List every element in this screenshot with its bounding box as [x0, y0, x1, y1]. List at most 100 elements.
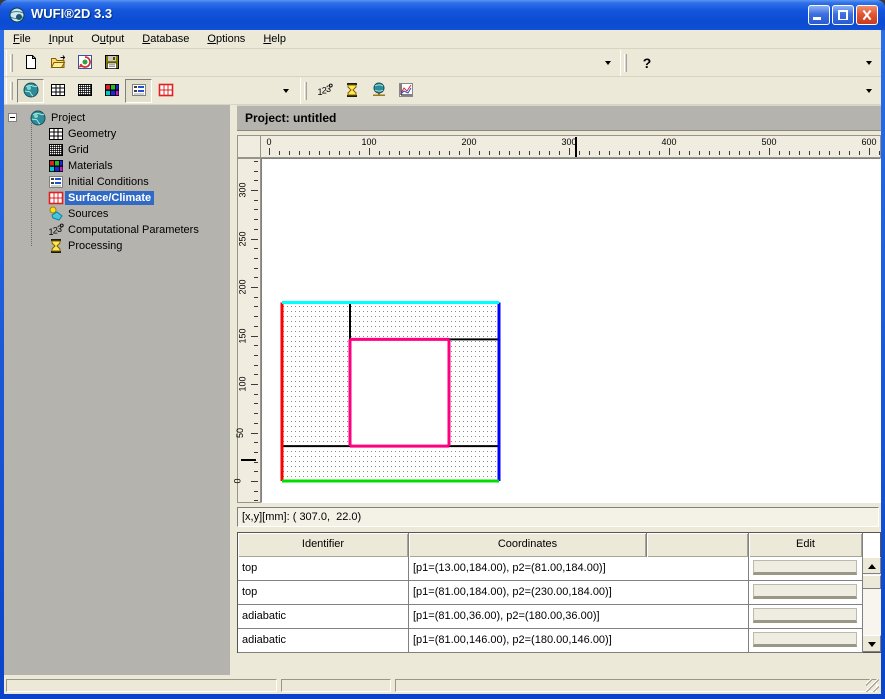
- numeric-grid-button[interactable]: [71, 79, 98, 103]
- open-folder-button[interactable]: [44, 51, 71, 75]
- column-header-edit[interactable]: Edit: [749, 533, 863, 557]
- initial-conditions-list-button[interactable]: [125, 79, 152, 103]
- tree-item-label[interactable]: Project: [48, 111, 88, 125]
- edit-button[interactable]: [753, 584, 857, 599]
- toolbar-overflow-arrow-icon[interactable]: [283, 89, 289, 93]
- menu-help[interactable]: Help: [254, 30, 295, 48]
- edit-button[interactable]: [753, 632, 857, 647]
- column-header-coordinates[interactable]: Coordinates: [409, 533, 647, 557]
- ruler-tick: [809, 151, 810, 155]
- tree-item-initial-conditions[interactable]: Initial Conditions: [4, 174, 230, 190]
- resize-grip[interactable]: [866, 679, 879, 692]
- identifier-cell[interactable]: adiabatic: [238, 629, 409, 653]
- save-button[interactable]: [98, 51, 125, 75]
- computational-parameters-icon: 123: [317, 82, 333, 101]
- ruler-tick: [439, 151, 440, 155]
- main-panel: Project: untitled 0100200300400500600 05…: [237, 105, 881, 675]
- cursor-position-text: [x,y][mm]: ( 307.0, 22.0): [242, 511, 361, 523]
- tree-item-label[interactable]: Materials: [65, 159, 116, 173]
- ruler-tick: [254, 471, 258, 472]
- menu-file[interactable]: File: [4, 30, 40, 48]
- import-export-button[interactable]: [71, 51, 98, 75]
- menu-input[interactable]: Input: [40, 30, 82, 48]
- processing-hourglass-button[interactable]: [338, 79, 365, 103]
- geometry-canvas[interactable]: [261, 158, 881, 503]
- scroll-down-button[interactable]: [862, 635, 881, 652]
- toolbar-overflow-arrow-icon[interactable]: [866, 89, 872, 93]
- tree-item-computational-parameters[interactable]: 123Computational Parameters: [4, 222, 230, 238]
- coordinates-cell[interactable]: [p1=(81.00,36.00), p2=(180.00,36.00)]: [409, 605, 749, 629]
- toolbar-grip-handle[interactable]: [10, 54, 13, 72]
- panel-splitter[interactable]: [230, 105, 237, 675]
- help-button[interactable]: ?: [635, 52, 659, 74]
- tree-item-label[interactable]: Computational Parameters: [65, 223, 202, 237]
- coordinates-cell[interactable]: [p1=(81.00,146.00), p2=(180.00,146.00)]: [409, 629, 749, 653]
- materials-grid-button[interactable]: [98, 79, 125, 103]
- status-bar: [4, 677, 881, 694]
- column-header-identifier[interactable]: Identifier: [238, 533, 409, 557]
- tree-item-sources[interactable]: Sources: [4, 206, 230, 222]
- ruler-tick: [849, 151, 850, 155]
- results-chart-button[interactable]: [392, 79, 419, 103]
- ruler-tick: [254, 345, 258, 346]
- toolbar-overflow-arrow-icon[interactable]: [605, 61, 611, 65]
- toolbar-grip-handle[interactable]: [304, 82, 307, 100]
- table-scrollbar[interactable]: [862, 557, 881, 652]
- new-document-button[interactable]: [17, 51, 44, 75]
- toolbar-grip-handle[interactable]: [10, 82, 13, 100]
- ruler-label: 100: [361, 137, 376, 147]
- edit-button[interactable]: [753, 560, 857, 575]
- ruler-tick: [459, 151, 460, 155]
- tree-item-surface-climate[interactable]: Surface/Climate: [4, 190, 230, 206]
- identifier-cell[interactable]: top: [238, 581, 409, 605]
- ruler-tick: [254, 355, 258, 356]
- ruler-tick: [254, 491, 258, 492]
- ruler-tick: [599, 151, 600, 155]
- ruler-tick: [254, 365, 258, 366]
- coordinates-cell[interactable]: [p1=(81.00,184.00), p2=(230.00,184.00)]: [409, 581, 749, 605]
- identifier-cell[interactable]: top: [238, 557, 409, 581]
- scroll-up-button[interactable]: [862, 557, 881, 574]
- maximize-icon: [838, 10, 848, 20]
- tree-item-label[interactable]: Processing: [65, 239, 125, 253]
- ruler-tick: [254, 326, 258, 327]
- toolbar-views-row: 123: [4, 77, 881, 105]
- tree-item-materials[interactable]: Materials: [4, 158, 230, 174]
- scrollbar-thumb[interactable]: [862, 575, 881, 589]
- tree-item-label[interactable]: Initial Conditions: [65, 175, 152, 189]
- tree-item-label[interactable]: Geometry: [65, 127, 119, 141]
- toolbar-actions-band: 123: [300, 78, 879, 104]
- tree-item-label[interactable]: Surface/Climate: [65, 191, 154, 205]
- tree-expander-minus[interactable]: [8, 113, 17, 122]
- minimize-button[interactable]: [808, 5, 830, 25]
- tree-item-geometry[interactable]: Geometry: [4, 126, 230, 142]
- menu-options[interactable]: Options: [198, 30, 254, 48]
- surface-climate-grid-icon: [48, 190, 64, 206]
- project-globe-button[interactable]: [17, 79, 44, 103]
- geometry-grid-button[interactable]: [44, 79, 71, 103]
- status-panel-1: [6, 679, 277, 692]
- menu-database[interactable]: Database: [133, 30, 198, 48]
- ruler-tick: [254, 297, 258, 298]
- column-header-spacer[interactable]: [647, 533, 749, 557]
- preview-globe-button[interactable]: [365, 79, 392, 103]
- maximize-button[interactable]: [832, 5, 854, 25]
- toolbar-grip-handle[interactable]: [624, 54, 627, 72]
- close-button[interactable]: [856, 5, 878, 25]
- menu-output[interactable]: Output: [82, 30, 133, 48]
- tree-item-label[interactable]: Sources: [65, 207, 111, 221]
- edit-button[interactable]: [753, 608, 857, 623]
- edit-cell: [749, 581, 863, 605]
- identifier-cell[interactable]: adiabatic: [238, 605, 409, 629]
- project-globe-icon: [30, 110, 46, 126]
- title-bar[interactable]: WUFI®2D 3.3: [0, 0, 885, 30]
- tree-item-project[interactable]: Project: [4, 110, 230, 126]
- tree-item-label[interactable]: Grid: [65, 143, 92, 157]
- coordinates-cell[interactable]: [p1=(13.00,184.00), p2=(81.00,184.00)]: [409, 557, 749, 581]
- ruler-tick: [254, 413, 258, 414]
- tree-item-grid[interactable]: Grid: [4, 142, 230, 158]
- toolbar-overflow-arrow-icon[interactable]: [866, 61, 872, 65]
- surface-climate-grid-button[interactable]: [152, 79, 179, 103]
- computational-parameters-button[interactable]: 123: [311, 79, 338, 103]
- tree-item-processing[interactable]: Processing: [4, 238, 230, 254]
